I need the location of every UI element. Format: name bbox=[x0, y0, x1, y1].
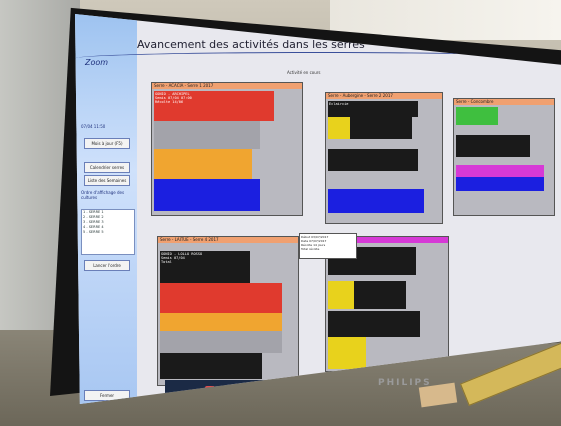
tooltip-line: Total récolte bbox=[301, 247, 320, 251]
activity-block[interactable] bbox=[154, 179, 260, 211]
activity-block[interactable] bbox=[456, 107, 498, 125]
monitor-screen: Zoom 07/04 11:50 Mois à jour (F5) Calend… bbox=[75, 14, 561, 404]
activity-block[interactable]: Eclaircie bbox=[328, 101, 418, 117]
activity-text: Récolte 14/06 bbox=[155, 100, 184, 105]
activity-block[interactable]: GONIO - ARCHIPEL Semis 07/04 07:00 Récol… bbox=[154, 91, 274, 121]
panel-header: Serre - LAITUE - Serre 4 2017 bbox=[158, 237, 298, 243]
activity-block[interactable] bbox=[354, 281, 406, 309]
sidebar: Zoom 07/04 11:50 Mois à jour (F5) Calend… bbox=[75, 14, 137, 404]
serre-panel: Serre - ACACIA - Serre 1 2017 GONIO - AR… bbox=[151, 82, 303, 216]
activity-block[interactable] bbox=[456, 177, 544, 191]
serre-panel: Serre - Aubergine - Serre 2 2017 Eclairc… bbox=[325, 92, 443, 224]
activity-block[interactable] bbox=[160, 331, 282, 353]
refresh-button[interactable]: Mois à jour (F5) bbox=[84, 138, 130, 149]
active-filter-checkbox[interactable]: Activité en cours bbox=[287, 70, 321, 75]
serre-panel: Serre - LAITUE - Serre 4 2017 GONIO - LO… bbox=[157, 236, 299, 386]
weeks-button[interactable]: Liste des Semaines bbox=[84, 175, 130, 186]
activity-tooltip: Début 03/07/2017 Date 07/07/2017 Récolte… bbox=[299, 233, 357, 259]
list-item[interactable]: 5 - SERRE 5 bbox=[82, 230, 134, 235]
panel-header: Serre - Concombre bbox=[454, 99, 554, 105]
activity-block[interactable] bbox=[160, 313, 282, 331]
culture-order-list[interactable]: 1 - SERRE 1 2 - SERRE 2 3 - SERRE 3 4 - … bbox=[81, 209, 135, 255]
activity-block[interactable] bbox=[154, 121, 260, 149]
activity-block[interactable] bbox=[154, 149, 252, 179]
activity-text: Total bbox=[161, 260, 172, 265]
launch-order-button[interactable]: Lancer l'ordre bbox=[84, 260, 130, 271]
serre-panel: Serre - Concombre bbox=[453, 98, 555, 216]
activity-block[interactable] bbox=[160, 353, 262, 379]
activity-block[interactable] bbox=[328, 149, 418, 171]
activity-block[interactable] bbox=[328, 189, 424, 213]
activity-text: Eclaircie bbox=[329, 102, 349, 106]
calendar-button[interactable]: Calendrier serres bbox=[84, 162, 130, 173]
panel-header: Serre - ACACIA - Serre 1 2017 bbox=[152, 83, 302, 89]
panel-header: Serre - Aubergine - Serre 2 2017 bbox=[326, 93, 442, 99]
activity-block[interactable] bbox=[160, 283, 282, 313]
activity-block[interactable] bbox=[456, 135, 530, 157]
activity-block[interactable] bbox=[350, 117, 412, 139]
order-label: Ordre d'affichage des cultures bbox=[81, 190, 125, 200]
activity-block[interactable] bbox=[328, 311, 420, 337]
activity-block[interactable] bbox=[328, 337, 366, 369]
date-label: 07/04 11:50 bbox=[81, 124, 106, 129]
activity-block[interactable] bbox=[328, 281, 354, 309]
activity-block[interactable] bbox=[328, 117, 350, 139]
activity-block[interactable]: GONIO - LOLLO ROSSO Semis 07/04 Total bbox=[160, 251, 250, 285]
